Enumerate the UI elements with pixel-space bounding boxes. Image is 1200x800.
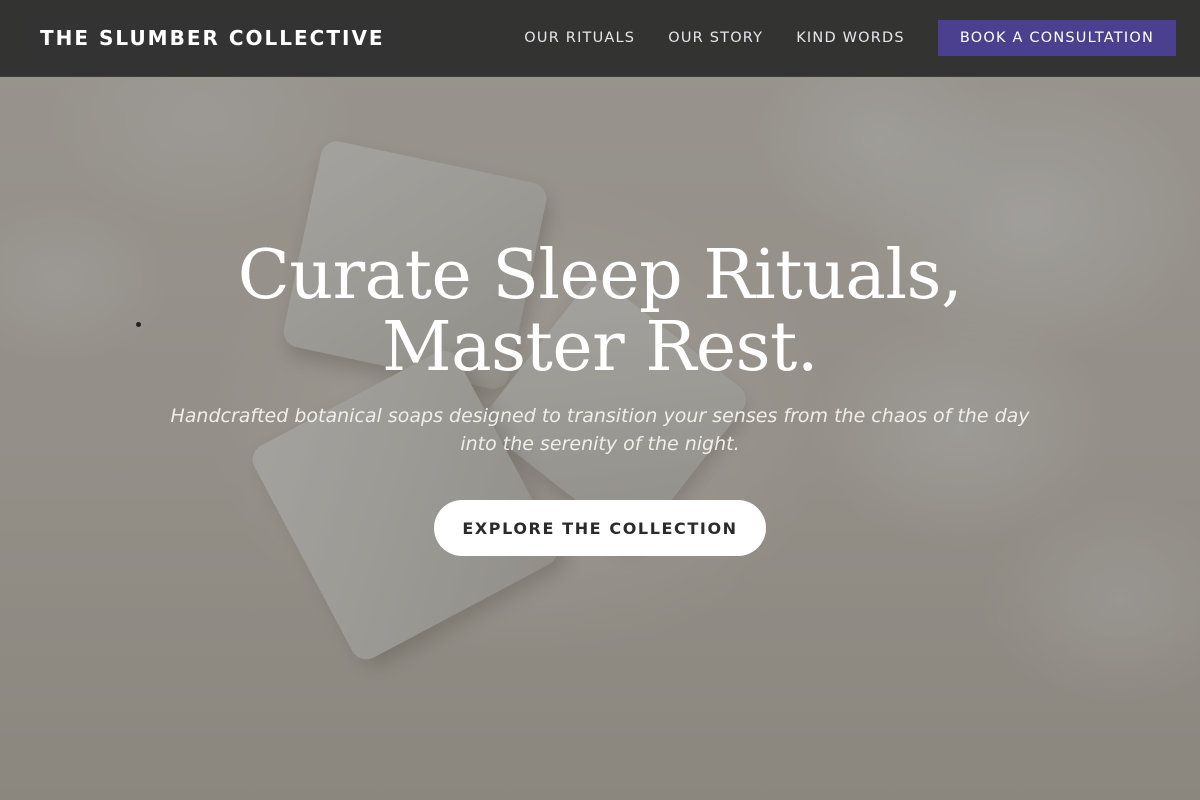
hero-section: Curate Sleep Rituals, Master Rest. Handc… — [0, 240, 1200, 556]
hero-title-line-1: Curate Sleep Rituals, — [237, 236, 963, 315]
brand-logo[interactable]: THE SLUMBER COLLECTIVE — [24, 16, 401, 59]
nav-link-our-story[interactable]: OUR STORY — [668, 30, 763, 46]
top-navigation-bar: THE SLUMBER COLLECTIVE OUR RITUALS OUR S… — [0, 0, 1200, 77]
nav-link-our-rituals[interactable]: OUR RITUALS — [524, 30, 635, 46]
hero-title: Curate Sleep Rituals, Master Rest. — [0, 240, 1200, 384]
explore-collection-button[interactable]: EXPLORE THE COLLECTION — [434, 500, 766, 556]
hero-title-line-2: Master Rest. — [381, 308, 819, 387]
book-consultation-button[interactable]: BOOK A CONSULTATION — [937, 20, 1176, 56]
nav-link-kind-words[interactable]: KIND WORDS — [796, 30, 905, 46]
nav-links: OUR RITUALS OUR STORY KIND WORDS BOOK A … — [524, 20, 1176, 56]
hero-subtitle: Handcrafted botanical soaps designed to … — [170, 405, 1030, 455]
landing-page: THE SLUMBER COLLECTIVE OUR RITUALS OUR S… — [0, 0, 1200, 800]
